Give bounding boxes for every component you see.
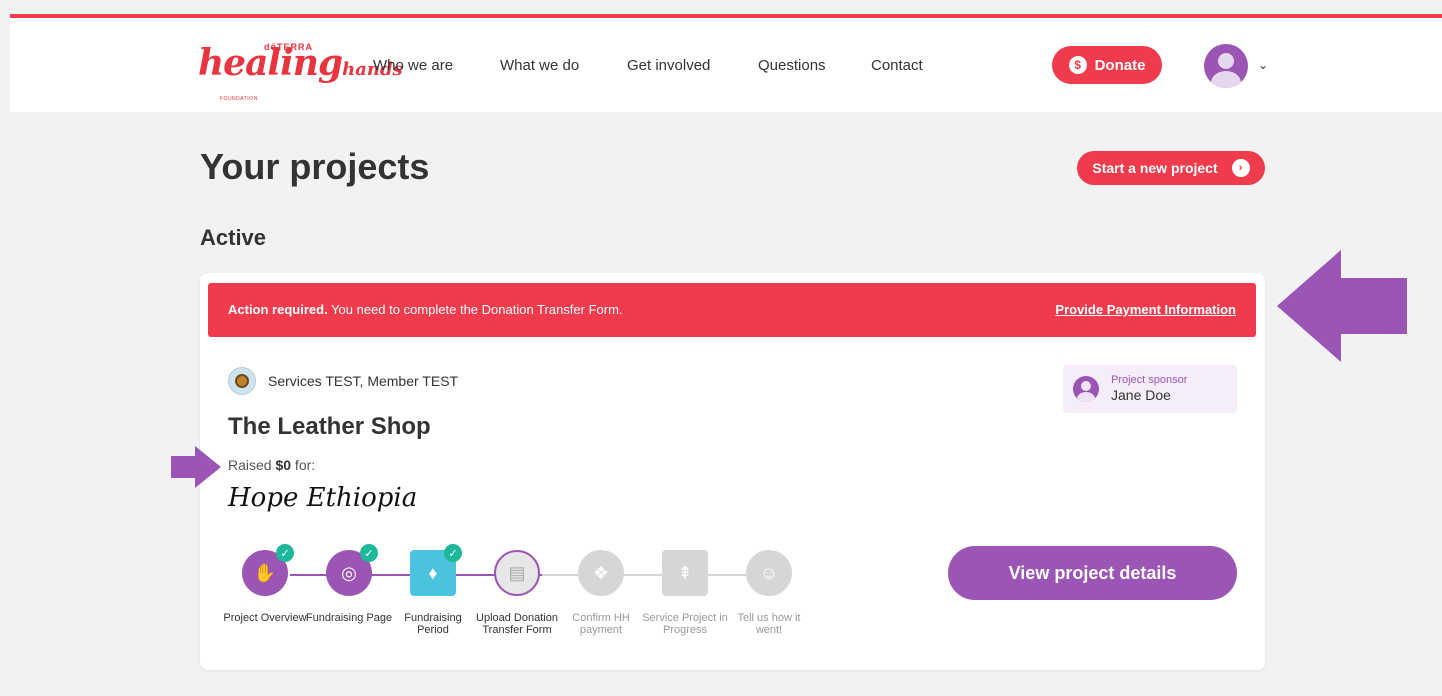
step-label: Tell us how it went! [737, 612, 801, 636]
logo-foundation: FOUNDATION [220, 96, 258, 102]
project-sponsor: Project sponsor Jane Doe [1063, 365, 1237, 413]
arrow-right-icon: › [1231, 159, 1250, 177]
project-title: The Leather Shop [228, 413, 431, 440]
nav-what-we-do[interactable]: What we do [500, 57, 579, 74]
step-label: Upload Donation Transfer Form [476, 612, 558, 636]
donate-label: Donate [1094, 56, 1146, 74]
step-label: Service Project in Progress [642, 612, 728, 636]
start-new-project-button[interactable]: Start a new project › [1077, 151, 1265, 185]
sponsor-avatar [1073, 376, 1099, 402]
step-label: Fundraising Page [305, 612, 393, 624]
progress-steps: ✋ ✓ Project Overview ◎ ✓ Fundraising Pag… [220, 544, 820, 658]
chat-icon: ☺ [746, 550, 792, 596]
tree-icon: ⇞ [662, 550, 708, 596]
check-icon: ✓ [276, 544, 294, 562]
site-header: dōTERRA healinghands FOUNDATION Who we a… [10, 18, 1442, 112]
check-icon: ✓ [444, 544, 462, 562]
nav-contact[interactable]: Contact [871, 57, 923, 74]
document-icon: ▤ [494, 550, 540, 596]
section-heading-active: Active [200, 225, 267, 250]
handshake-icon: ❖ [578, 550, 624, 596]
step-label: Project Overview [223, 612, 307, 624]
annotation-arrow-small [171, 446, 221, 488]
healing-hands-logo[interactable]: dōTERRA healinghands FOUNDATION [198, 28, 403, 106]
user-avatar[interactable] [1204, 44, 1248, 88]
page-title: Your projects [200, 146, 430, 187]
check-icon: ✓ [360, 544, 378, 562]
owner-logo-icon [228, 367, 256, 395]
dollar-icon: $ [1068, 56, 1087, 74]
view-project-details-button[interactable]: View project details [948, 546, 1237, 600]
sponsor-label: Project sponsor [1111, 374, 1188, 386]
annotation-arrow-large [1277, 250, 1407, 362]
donate-button[interactable]: $ Donate [1052, 46, 1162, 84]
nav-get-involved[interactable]: Get involved [627, 57, 710, 74]
chevron-down-icon[interactable]: ⌄ [1258, 58, 1268, 72]
raised-amount-text: Raised $0 for: [228, 457, 316, 473]
owner-name: Services TEST, Member TEST [268, 373, 459, 389]
project-card: Action required. You need to complete th… [200, 273, 1265, 670]
step-label: Fundraising Period [404, 612, 462, 636]
organization-name: Hope Ethiopia [228, 483, 418, 513]
nav-who-we-are[interactable]: Who we are [373, 57, 453, 74]
nav-questions[interactable]: Questions [758, 57, 826, 74]
action-required-alert: Action required. You need to complete th… [208, 283, 1256, 337]
start-new-project-label: Start a new project [1092, 160, 1218, 176]
logo-script: healinghands [198, 42, 403, 84]
project-owner: Services TEST, Member TEST [228, 367, 458, 395]
provide-payment-link[interactable]: Provide Payment Information [1055, 302, 1236, 317]
step-label: Confirm HH payment [572, 612, 630, 636]
sponsor-name: Jane Doe [1111, 387, 1171, 403]
alert-message: Action required. You need to complete th… [228, 302, 623, 317]
